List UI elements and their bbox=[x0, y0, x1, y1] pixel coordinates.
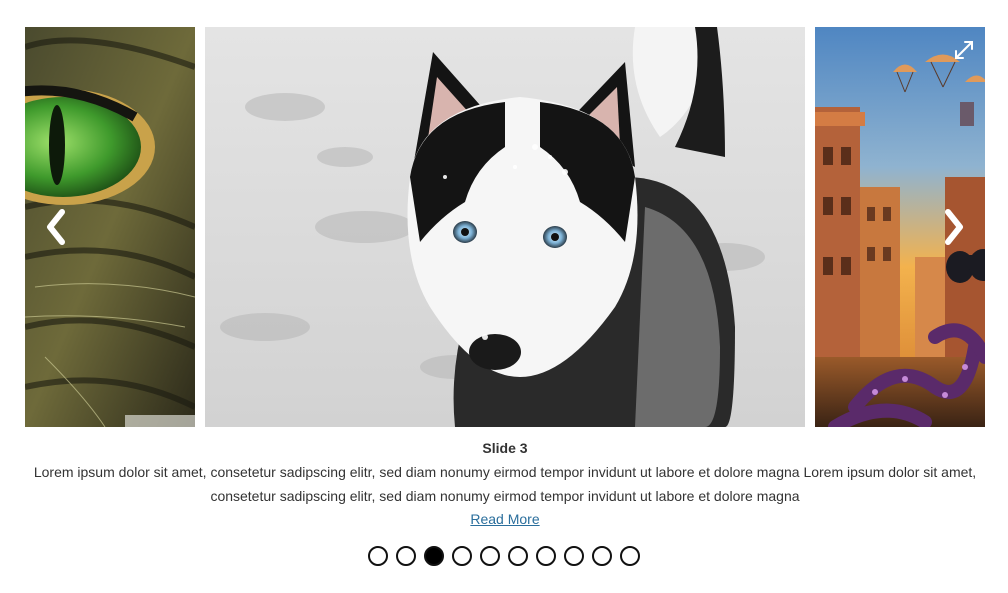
read-more-link[interactable]: Read More bbox=[470, 508, 539, 530]
next-slide-button[interactable] bbox=[939, 205, 969, 249]
pagination-dot-7[interactable] bbox=[536, 546, 556, 566]
pagination-dot-2[interactable] bbox=[396, 546, 416, 566]
pagination-dot-9[interactable] bbox=[592, 546, 612, 566]
chevron-left-icon bbox=[47, 209, 65, 245]
pagination-dot-10[interactable] bbox=[620, 546, 640, 566]
expand-icon bbox=[955, 41, 973, 59]
slide-current-husky-image[interactable] bbox=[205, 27, 805, 427]
pagination-dot-6[interactable] bbox=[508, 546, 528, 566]
pagination-dot-1[interactable] bbox=[368, 546, 388, 566]
pagination-dot-4[interactable] bbox=[452, 546, 472, 566]
pagination-dots bbox=[0, 546, 1008, 568]
image-carousel: Slide 3 Lorem ipsum dolor sit amet, cons… bbox=[0, 0, 1008, 593]
pagination-dot-5[interactable] bbox=[480, 546, 500, 566]
slide-description: Lorem ipsum dolor sit amet, consetetur s… bbox=[33, 464, 977, 504]
chevron-right-icon bbox=[945, 209, 963, 245]
previous-slide-button[interactable] bbox=[41, 205, 71, 249]
husky-image bbox=[205, 27, 805, 427]
pagination-dot-8[interactable] bbox=[564, 546, 584, 566]
pagination-dot-3[interactable] bbox=[424, 546, 444, 566]
slide-caption: Slide 3 Lorem ipsum dolor sit amet, cons… bbox=[25, 438, 985, 530]
slide-title: Slide 3 bbox=[482, 440, 528, 456]
fullscreen-button[interactable] bbox=[952, 38, 976, 62]
